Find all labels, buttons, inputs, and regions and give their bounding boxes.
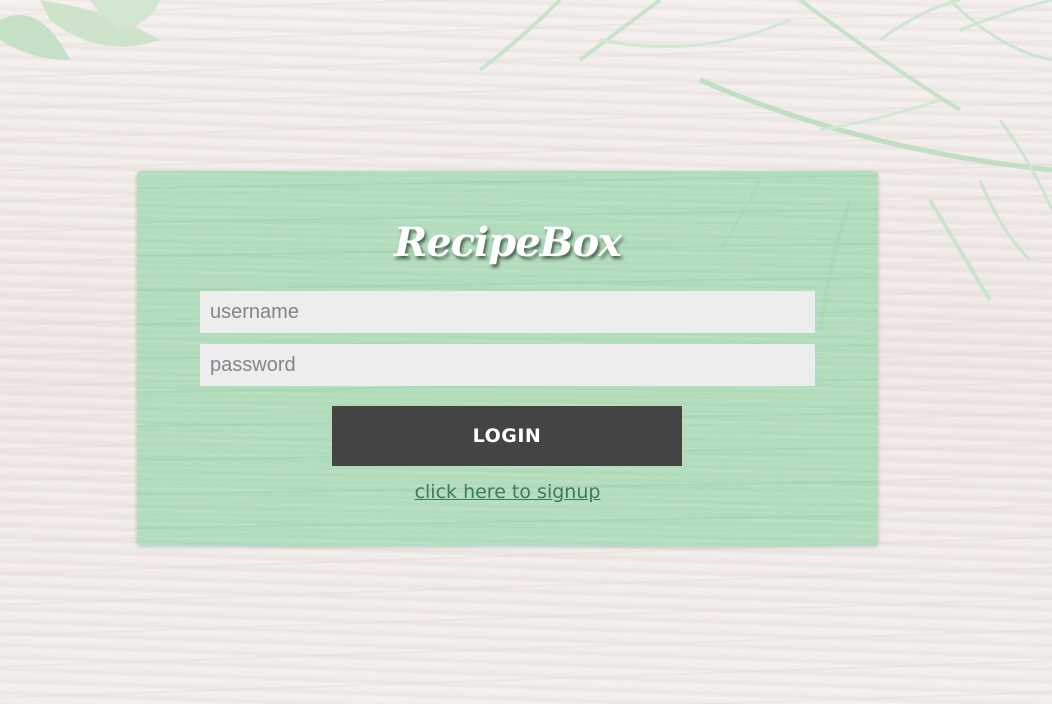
signup-link-container: click here to signup [137, 478, 878, 506]
login-button[interactable]: LOGIN [332, 406, 682, 466]
login-card: RecipeBox LOGIN click here to signup [137, 171, 878, 546]
password-input[interactable] [200, 344, 815, 386]
app-logo: RecipeBox [394, 219, 622, 266]
signup-link[interactable]: click here to signup [415, 481, 601, 503]
username-input[interactable] [200, 291, 815, 333]
